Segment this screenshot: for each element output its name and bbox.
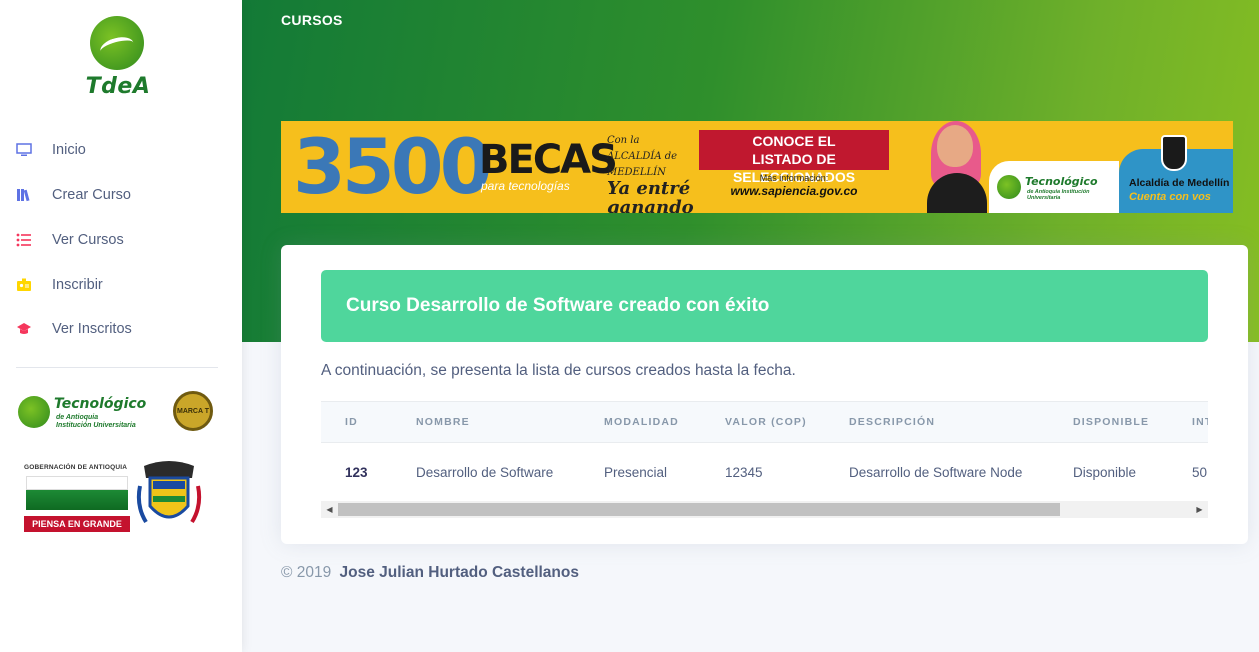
sidebar-divider	[16, 367, 218, 368]
cell-disponible: Disponible	[1073, 464, 1137, 480]
sidebar-item-ver-cursos[interactable]: Ver Cursos	[0, 218, 242, 263]
courses-card: Curso Desarrollo de Software creado con …	[281, 245, 1248, 544]
cell-descripcion: Desarrollo de Software Node	[849, 464, 1023, 480]
tdea-logo[interactable]: TdeA	[78, 16, 158, 102]
flag-white-stripe	[26, 476, 128, 490]
medellin-crest-icon	[1161, 135, 1187, 171]
page-title: CURSOS	[281, 12, 343, 28]
banner-tda-name: Tecnológico	[1025, 175, 1098, 188]
sidebar-item-label: Ver Cursos	[52, 231, 124, 248]
banner-big-number: 3500	[293, 122, 493, 211]
sidebar-item-inscribir[interactable]: Inscribir	[0, 262, 242, 307]
courses-table: ID NOMBRE MODALIDAD VALOR (COP) DESCRIPC…	[321, 401, 1208, 502]
sidebar-item-label: Ver Inscritos	[52, 321, 132, 338]
footer: © 2019 Jose Julian Hurtado Castellanos	[281, 564, 579, 582]
tecnologico-logo-subtitle-2: Institución Universitaria	[56, 422, 136, 429]
banner-ya-entre-big: Ya entré ganando	[607, 178, 694, 214]
badge-icon	[16, 277, 32, 293]
becas-banner[interactable]: 3500 BECAS para tecnologías Con la ALCAL…	[281, 121, 1233, 213]
cell-id: 123	[345, 464, 368, 480]
cell-int: 50	[1192, 464, 1208, 480]
column-header-id[interactable]: ID	[321, 401, 392, 443]
coat-of-arms-icon	[136, 461, 202, 524]
table-header-row: ID NOMBRE MODALIDAD VALOR (COP) DESCRIPC…	[321, 401, 1208, 443]
banner-ya-entre-small: Con la ALCALDÍA de MEDELLÍN	[607, 135, 678, 178]
column-header-disponible[interactable]: DISPONIBLE	[1049, 401, 1168, 443]
piensa-en-grande-label: PIENSA EN GRANDE	[24, 516, 130, 532]
column-header-nombre[interactable]: NOMBRE	[392, 401, 580, 443]
horizontal-scrollbar[interactable]: ◀ ▶	[321, 501, 1208, 518]
sidebar-nav: Inicio Crear Curso Ver Cursos Inscribir …	[0, 128, 242, 352]
gobernacion-antioquia-logo: GOBERNACIÓN DE ANTIOQUIA PIENSA EN GRAND…	[24, 456, 204, 538]
banner-mas-info: Más información:	[759, 173, 829, 183]
banner-tda-sub: de Antioquia Institución Universitaria	[1027, 189, 1090, 201]
scrollbar-thumb[interactable]	[338, 503, 1060, 516]
column-header-descripcion[interactable]: DESCRIPCIÓN	[825, 401, 1049, 443]
sidebar-item-ver-inscritos[interactable]: Ver Inscritos	[0, 307, 242, 352]
success-alert-text: Curso Desarrollo de Software creado con …	[346, 295, 770, 316]
sidebar-item-inicio[interactable]: Inicio	[0, 128, 242, 173]
cell-valor: 12345	[725, 464, 763, 480]
banner-ya-entre: Con la ALCALDÍA de MEDELLÍN Ya entré gan…	[607, 133, 697, 213]
footer-copyright: © 2019	[281, 564, 332, 581]
flag-green-stripe	[26, 490, 128, 510]
banner-alcaldia: Alcaldía de Medellín	[1129, 177, 1230, 189]
column-header-int[interactable]: INT	[1168, 401, 1208, 443]
banner-tda-logo-area: Tecnológico de Antioquia Institución Uni…	[989, 161, 1119, 213]
banner-tda-logo-mark	[997, 175, 1021, 199]
footer-author-link[interactable]: Jose Julian Hurtado Castellanos	[340, 564, 579, 581]
graduation-cap-icon	[16, 321, 32, 337]
tecnologico-logo-subtitle-1: de Antioquia	[56, 414, 99, 421]
sidebar-item-label: Inscribir	[52, 276, 103, 293]
tecnologico-antioquia-logo: Tecnológico de Antioquia Institución Uni…	[18, 390, 214, 434]
column-header-modalidad[interactable]: MODALIDAD	[580, 401, 701, 443]
banner-becas-sub: para tecnologías	[481, 179, 570, 193]
scroll-right-arrow-icon[interactable]: ▶	[1191, 501, 1208, 518]
table-row[interactable]: 123 Desarrollo de Software Presencial 12…	[321, 443, 1208, 502]
tecnologico-logo-title: Tecnológico	[54, 396, 147, 412]
banner-cuenta-con-vos: Cuenta con vos	[1129, 191, 1211, 203]
tdea-logo-mark	[90, 16, 144, 70]
success-alert: Curso Desarrollo de Software creado con …	[321, 270, 1208, 342]
list-icon	[16, 232, 32, 248]
tdea-logo-text: TdeA	[85, 74, 151, 99]
tecnologico-logo-mark	[18, 396, 50, 428]
tecnologico-logo-subtitle: de Antioquia Institución Universitaria	[56, 414, 136, 430]
sidebar-item-label: Inicio	[52, 142, 86, 159]
banner-conoce-box: CONOCE EL LISTADO DE SELECCIONADOS	[699, 130, 889, 185]
marca-t-seal: MARCA T	[173, 391, 213, 431]
column-header-valor[interactable]: VALOR (COP)	[701, 401, 825, 443]
intro-text: A continuación, se presenta la lista de …	[321, 362, 796, 379]
scroll-left-arrow-icon[interactable]: ◀	[321, 501, 338, 518]
banner-becas: BECAS	[479, 137, 618, 183]
cell-modalidad: Presencial	[604, 464, 668, 480]
banner-url: www.sapiencia.gov.co	[730, 184, 858, 198]
sidebar-item-label: Crear Curso	[52, 187, 131, 204]
sidebar-item-crear-curso[interactable]: Crear Curso	[0, 173, 242, 218]
cell-nombre: Desarrollo de Software	[416, 464, 554, 480]
banner-conoce-1: CONOCE EL	[752, 133, 836, 149]
books-icon	[16, 187, 32, 203]
monitor-icon	[16, 142, 32, 158]
sidebar: TdeA Inicio Crear Curso Ver Cursos Inscr…	[0, 0, 242, 652]
gobernacion-title: GOBERNACIÓN DE ANTIOQUIA	[24, 464, 128, 471]
banner-person-image	[921, 121, 991, 213]
